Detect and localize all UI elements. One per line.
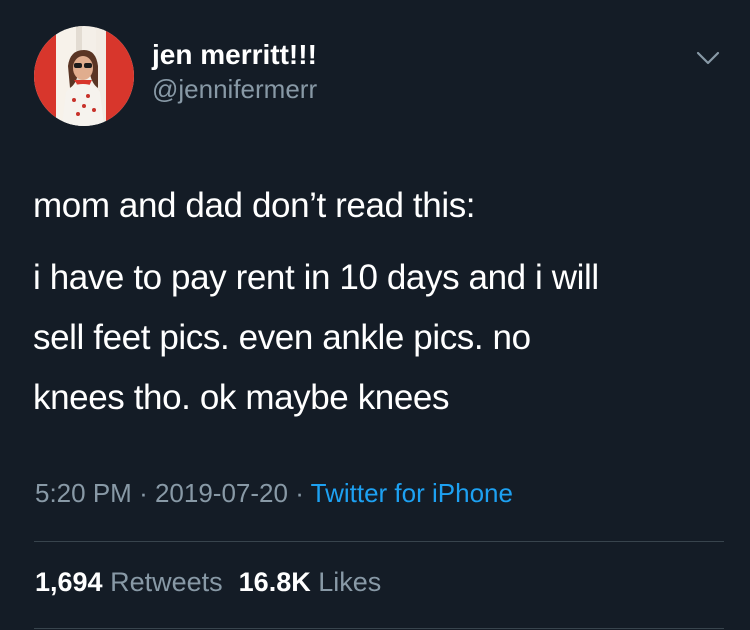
tweet-header: jen merritt!!! @jennifermerr <box>34 26 317 126</box>
retweets-label: Retweets <box>110 567 223 597</box>
tweet-card: jen merritt!!! @jennifermerr mom and dad… <box>0 0 750 630</box>
tweet-line: knees tho. ok maybe knees <box>33 378 450 417</box>
divider <box>34 628 724 629</box>
likes-stat[interactable]: 16.8K Likes <box>239 567 382 597</box>
tweet-source-link[interactable]: Twitter for iPhone <box>311 478 513 508</box>
tweet-date[interactable]: 2019-07-20 <box>155 478 288 508</box>
likes-count: 16.8K <box>238 567 311 597</box>
retweets-count: 1,694 <box>35 567 103 597</box>
tweet-line: i have to pay rent in 10 days and i will <box>33 258 599 297</box>
tweet-line: sell feet pics. even ankle pics. no <box>33 318 531 357</box>
tweet-paragraph: i have to pay rent in 10 days and i will… <box>33 248 723 428</box>
user-handle[interactable]: @jennifermerr <box>152 72 317 106</box>
meta-separator: · <box>139 478 148 508</box>
user-info: jen merritt!!! @jennifermerr <box>152 38 317 106</box>
retweets-stat[interactable]: 1,694 Retweets <box>35 567 223 597</box>
likes-label: Likes <box>318 567 382 597</box>
avatar-photo <box>34 26 134 126</box>
tweet-text: mom and dad don’t read this: i have to p… <box>33 176 723 428</box>
tweet-paragraph: mom and dad don’t read this: <box>33 186 476 225</box>
display-name[interactable]: jen merritt!!! <box>152 38 317 72</box>
tweet-stats: 1,694 Retweets 16.8K Likes <box>35 567 381 598</box>
tweet-time[interactable]: 5:20 PM <box>35 478 132 508</box>
divider <box>34 541 724 542</box>
avatar[interactable] <box>34 26 134 126</box>
tweet-meta: 5:20 PM · 2019-07-20 · Twitter for iPhon… <box>35 478 513 509</box>
chevron-down-icon[interactable] <box>696 50 720 66</box>
meta-separator: · <box>295 478 304 508</box>
